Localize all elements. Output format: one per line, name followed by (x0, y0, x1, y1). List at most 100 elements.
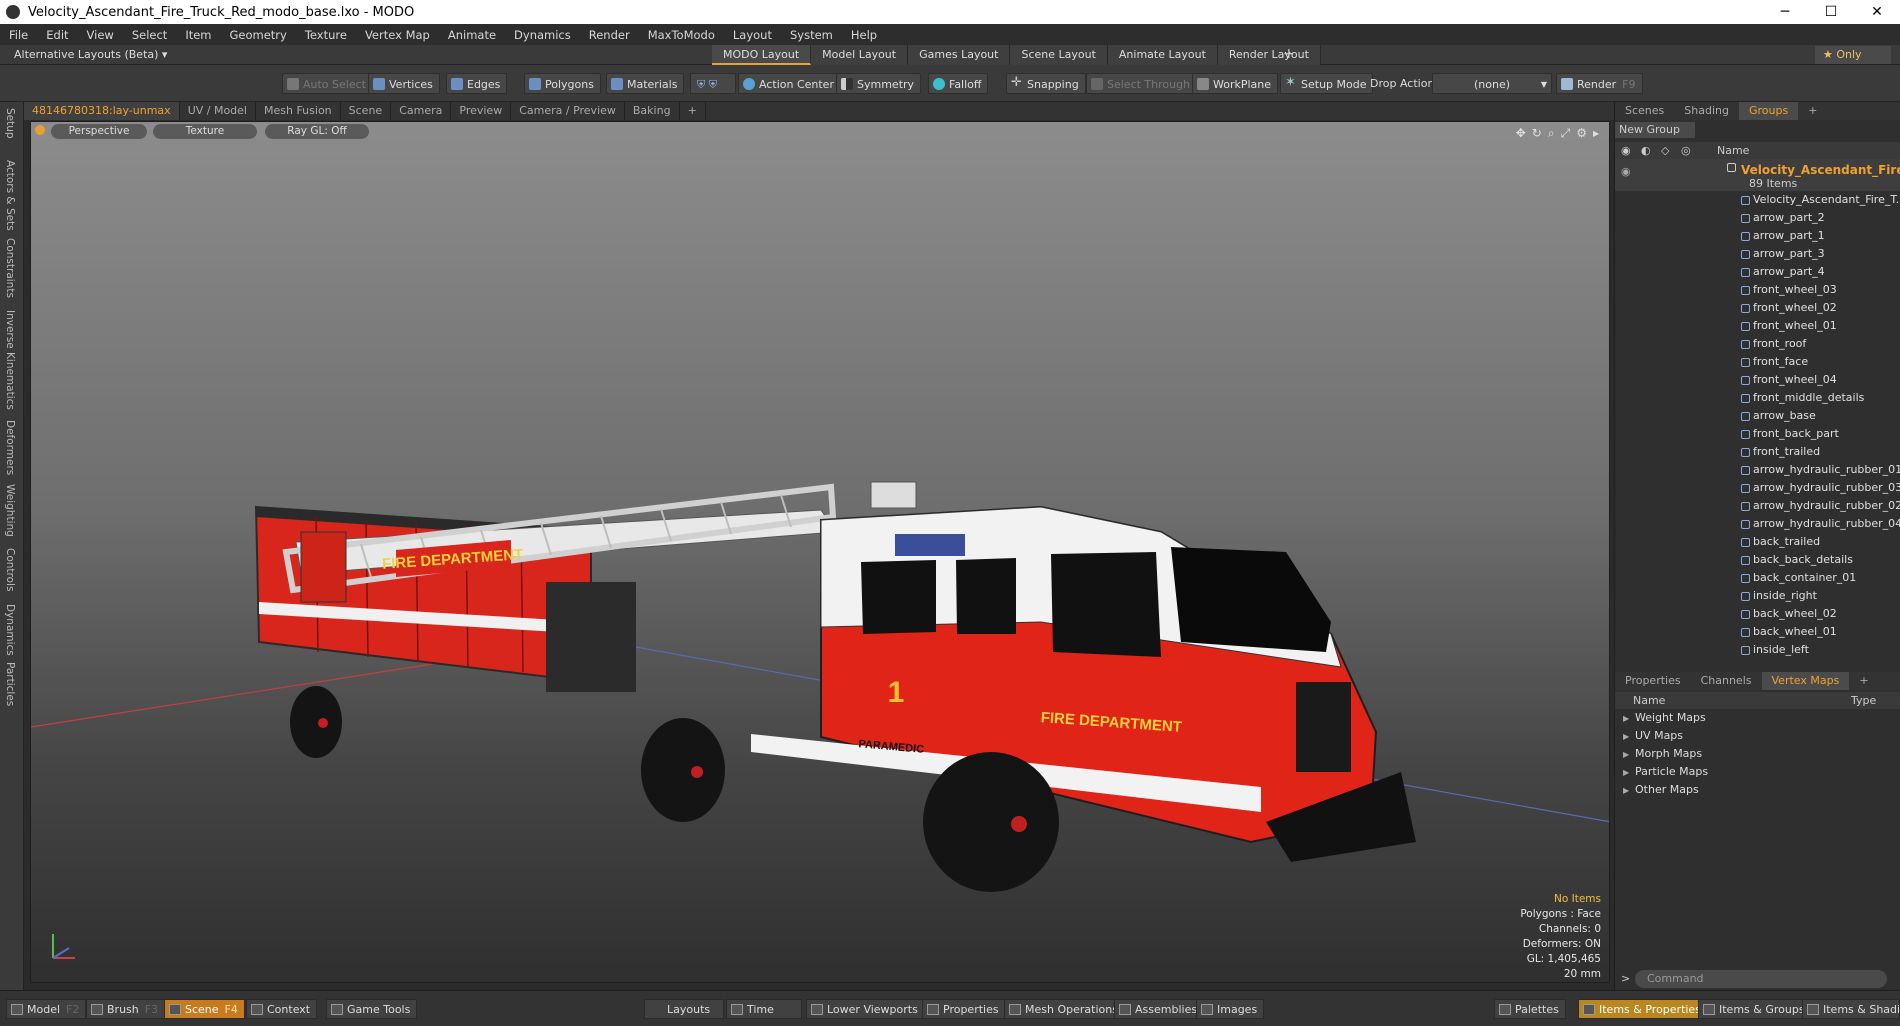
items-shading-button[interactable]: Items & Shadin (1802, 999, 1900, 1019)
list-item[interactable]: arrow_hydraulic_rubber_04 (1615, 515, 1900, 533)
list-item[interactable]: arrow_hydraulic_rubber_03 (1615, 479, 1900, 497)
list-item[interactable]: arrow_part_3 (1615, 245, 1900, 263)
visibility-icon[interactable]: ◉ (1621, 163, 1631, 181)
menu-vertex-map[interactable]: Vertex Map (356, 28, 439, 42)
model-button[interactable]: Model F2 (6, 999, 87, 1019)
command-input[interactable]: Command (1635, 970, 1887, 988)
only-toggle[interactable]: ★ Only (1815, 46, 1891, 64)
tab-lay-unmax[interactable]: 48146780318:lay-unmax (24, 102, 180, 120)
tab-properties[interactable]: Properties (1615, 672, 1691, 690)
tab-modo-layout[interactable]: MODO Layout (712, 45, 812, 65)
side-tab-dynamics[interactable]: Dynamics (4, 604, 16, 656)
tab-games-layout[interactable]: Games Layout (908, 45, 1011, 65)
alternative-layouts-dropdown[interactable]: Alternative Layouts (Beta) ▾ (14, 48, 167, 61)
polygons-button[interactable]: Polygons (524, 73, 601, 94)
tab-render-layout[interactable]: Render Layout (1217, 45, 1321, 65)
expand-icon[interactable]: ▶ (1623, 764, 1635, 782)
tab-channels[interactable]: Channels (1691, 672, 1762, 690)
side-tab-controls[interactable]: Controls (4, 548, 16, 591)
list-item[interactable]: back_wheel_02 (1615, 605, 1900, 623)
3d-viewport[interactable]: Perspective Texture Ray GL: Off ✥ ↻ ⌕ ⤢ … (30, 121, 1610, 983)
snapping-button[interactable]: ✛ Snapping (1006, 73, 1086, 94)
list-item[interactable]: front_wheel_02 (1615, 299, 1900, 317)
side-tab-deformers[interactable]: Deformers (4, 420, 16, 475)
list-item[interactable]: ▶ Weight Maps (1615, 709, 1900, 727)
menu-edit[interactable]: Edit (37, 28, 77, 42)
list-item[interactable]: arrow_base (1615, 407, 1900, 425)
edges-button[interactable]: Edges (446, 73, 508, 94)
list-item[interactable]: ▶ Particle Maps (1615, 763, 1900, 781)
group-row[interactable]: ◉ Velocity_Ascendant_Fire ... 89 Items (1615, 159, 1900, 191)
minimize-button[interactable]: ─ (1762, 4, 1808, 20)
layouts-button[interactable]: Layouts (644, 999, 724, 1019)
new-group-button[interactable]: New Group (1615, 122, 1695, 138)
side-tab-actors-sets[interactable]: Actors & Sets (4, 160, 16, 231)
tab-camera-preview[interactable]: Camera / Preview (511, 102, 625, 120)
drop-action-select[interactable]: (none) ▼ (1432, 73, 1552, 94)
expand-icon[interactable]: ▶ (1623, 728, 1635, 746)
side-tab-particles[interactable]: Particles (4, 662, 16, 706)
vertices-button[interactable]: Vertices (368, 73, 440, 94)
render-toggle-icon[interactable]: ◎ (1681, 144, 1691, 157)
tab-scene-layout[interactable]: Scene Layout (1010, 45, 1108, 65)
falloff-button[interactable]: Falloff (928, 73, 989, 94)
mesh-operations-button[interactable]: Mesh Operations (1004, 999, 1125, 1019)
list-item[interactable]: ▶ Other Maps (1615, 781, 1900, 799)
list-item[interactable]: back_container_01 (1615, 569, 1900, 587)
images-button[interactable]: Images (1196, 999, 1265, 1019)
list-item[interactable]: arrow_part_2 (1615, 209, 1900, 227)
menu-select[interactable]: Select (123, 28, 176, 42)
list-item[interactable]: front_wheel_04 (1615, 371, 1900, 389)
select-through-button[interactable]: Select Through (1086, 73, 1198, 94)
list-item[interactable]: back_trailed (1615, 533, 1900, 551)
list-item[interactable]: front_face (1615, 353, 1900, 371)
context-button[interactable]: Context (246, 999, 318, 1019)
tab-shading[interactable]: Shading (1674, 102, 1739, 120)
items-groups-button[interactable]: Items & Groups (1698, 999, 1812, 1019)
render-button[interactable]: Render F9 (1556, 73, 1643, 94)
list-item[interactable]: back_wheel_01 (1615, 623, 1900, 641)
tab-animate-layout[interactable]: Animate Layout (1107, 45, 1218, 65)
expand-icon[interactable]: ▶ (1623, 782, 1635, 800)
tab-preview[interactable]: Preview (451, 102, 512, 120)
list-item[interactable]: arrow_hydraulic_rubber_02 (1615, 497, 1900, 515)
tab-mesh-fusion[interactable]: Mesh Fusion (256, 102, 341, 120)
menu-item[interactable]: Item (176, 28, 220, 42)
action-center-button[interactable]: Action Center (738, 73, 841, 94)
list-item[interactable]: front_middle_details (1615, 389, 1900, 407)
properties-button[interactable]: Properties (922, 999, 1006, 1019)
scene-button[interactable]: Scene F4 (164, 999, 245, 1019)
menu-render[interactable]: Render (580, 28, 639, 42)
side-tab-inverse-kinematics[interactable]: Inverse Kinematics (4, 310, 16, 410)
menu-layout[interactable]: Layout (724, 28, 781, 42)
list-item[interactable]: front_wheel_01 (1615, 317, 1900, 335)
symmetry-button[interactable]: Symmetry (836, 73, 922, 94)
tab-baking[interactable]: Baking (625, 102, 680, 120)
list-item[interactable]: arrow_part_4 (1615, 263, 1900, 281)
tab-scene[interactable]: Scene (341, 102, 392, 120)
assemblies-button[interactable]: Assemblies (1114, 999, 1205, 1019)
close-button[interactable]: ✕ (1854, 4, 1900, 20)
expand-icon[interactable]: ▶ (1623, 710, 1635, 728)
tab-camera[interactable]: Camera (391, 102, 452, 120)
list-item[interactable]: front_back_part (1615, 425, 1900, 443)
items-properties-button[interactable]: Items & Properties (1578, 999, 1708, 1019)
eye-icon[interactable]: ◉ (1621, 144, 1631, 157)
menu-file[interactable]: File (0, 28, 37, 42)
add-right-tab-button[interactable]: + (1798, 102, 1827, 120)
select-icon[interactable]: ◇ (1661, 144, 1669, 157)
brush-button[interactable]: Brush F3 (86, 999, 166, 1019)
menu-geometry[interactable]: Geometry (221, 28, 296, 42)
list-item[interactable]: Velocity_Ascendant_Fire_T... (1615, 191, 1900, 209)
list-item[interactable]: inside_right (1615, 587, 1900, 605)
workplane-button[interactable]: WorkPlane (1192, 73, 1279, 94)
list-item[interactable]: front_trailed (1615, 443, 1900, 461)
list-item[interactable]: ▶ UV Maps (1615, 727, 1900, 745)
expand-icon[interactable]: ▶ (1623, 746, 1635, 764)
menu-maxtomodo[interactable]: MaxToModo (639, 28, 724, 42)
maximize-button[interactable]: ☐ (1808, 4, 1854, 20)
menu-view[interactable]: View (78, 28, 123, 42)
add-bottom-tab-button[interactable]: + (1849, 672, 1878, 690)
add-layout-button[interactable]: + (1283, 46, 1295, 62)
menu-texture[interactable]: Texture (296, 28, 356, 42)
